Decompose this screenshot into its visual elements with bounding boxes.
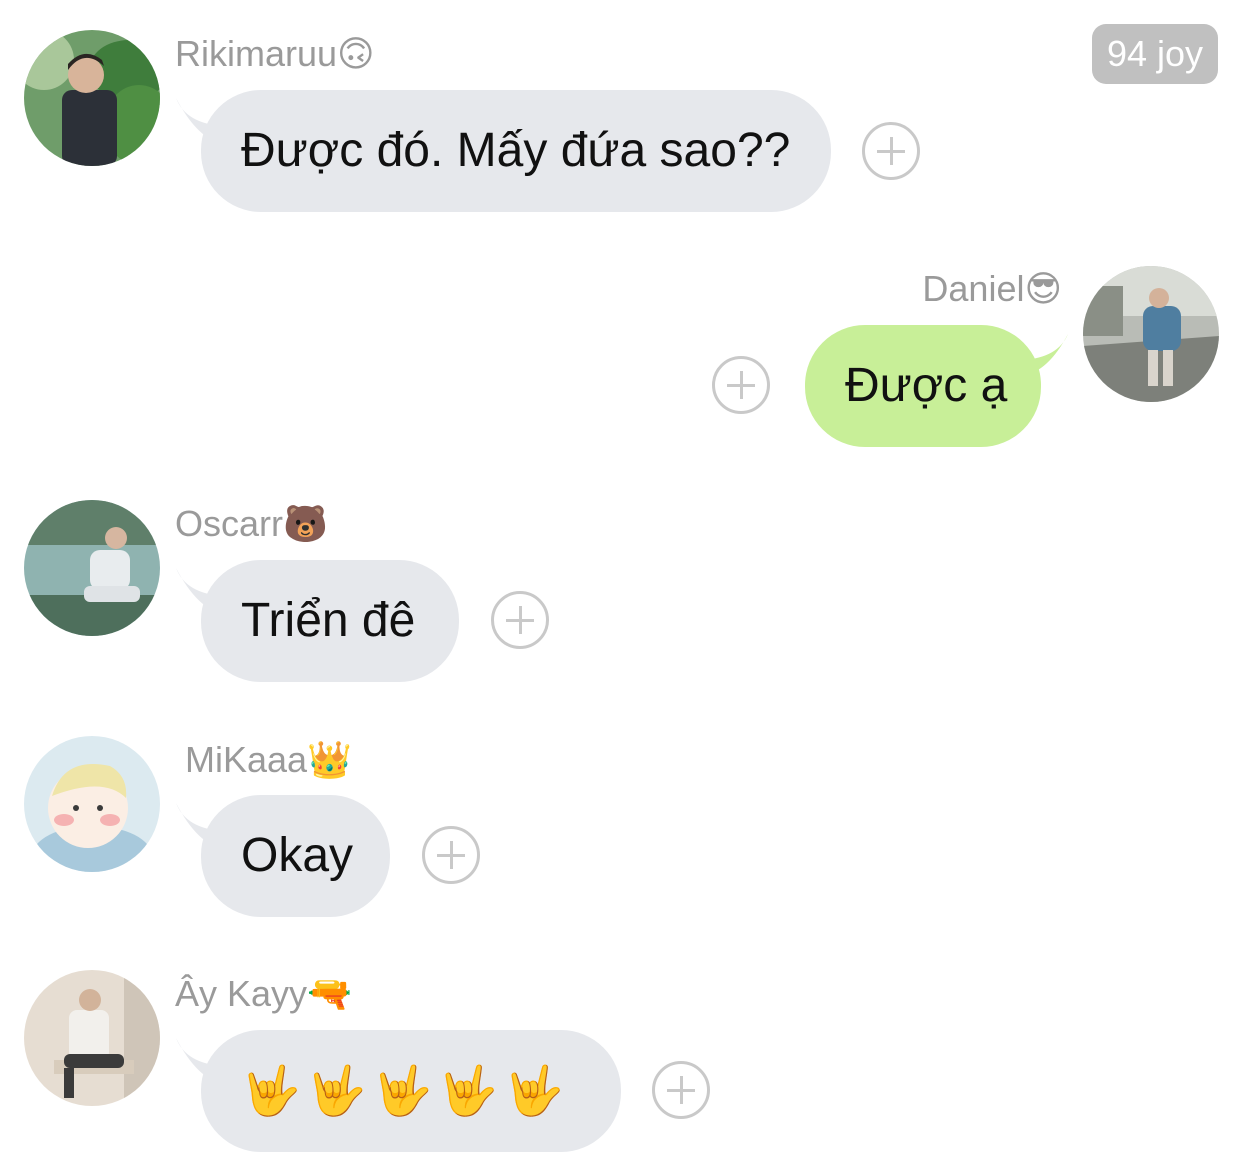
add-reaction-button[interactable] [712, 356, 770, 414]
bear-face-emoji-icon: 🐻 [283, 504, 328, 545]
sunglasses-face-emoji-icon: 😎 [1024, 269, 1062, 310]
sender-name: Daniel😎 [922, 268, 1062, 310]
message-bubble[interactable]: 🤟🤟🤟🤟🤟 [201, 1030, 621, 1152]
message-bubble[interactable]: Được đó. Mấy đứa sao?? [201, 90, 831, 212]
upside-down-face-emoji-icon: 🙃 [337, 34, 375, 75]
add-reaction-button[interactable] [422, 826, 480, 884]
sender-name: MiKaaa👑 [185, 739, 352, 781]
crown-emoji-icon: 👑 [307, 740, 352, 781]
avatar-photo-street-icon[interactable] [1083, 266, 1219, 402]
chat-view: 94 joy Rikimaruu🙃 Được đó. Mấy đứa sao??… [0, 0, 1242, 1174]
avatar-photo-man-plants-icon[interactable] [24, 30, 160, 166]
avatar-photo-seated-man-icon[interactable] [24, 970, 160, 1106]
love-you-gesture-emoji-row: 🤟🤟🤟🤟🤟 [241, 1063, 570, 1119]
sender-name: Oscarr🐻 [175, 503, 328, 545]
water-pistol-emoji-icon: 🔫 [307, 974, 352, 1015]
message-bubble[interactable]: Okay [201, 795, 390, 917]
add-reaction-button[interactable] [652, 1061, 710, 1119]
avatar-photo-lake-icon[interactable] [24, 500, 160, 636]
add-reaction-button[interactable] [491, 591, 549, 649]
message-bubble-outgoing[interactable]: Được ạ [805, 325, 1041, 447]
reaction-count-badge[interactable]: 94 joy [1092, 24, 1218, 84]
message-bubble[interactable]: Triển đê [201, 560, 459, 682]
sender-name: Rikimaruu🙃 [175, 33, 375, 75]
sender-name: Ây Kayy🔫 [175, 973, 352, 1015]
add-reaction-button[interactable] [862, 122, 920, 180]
avatar-cartoon-baby-icon[interactable] [24, 736, 160, 872]
